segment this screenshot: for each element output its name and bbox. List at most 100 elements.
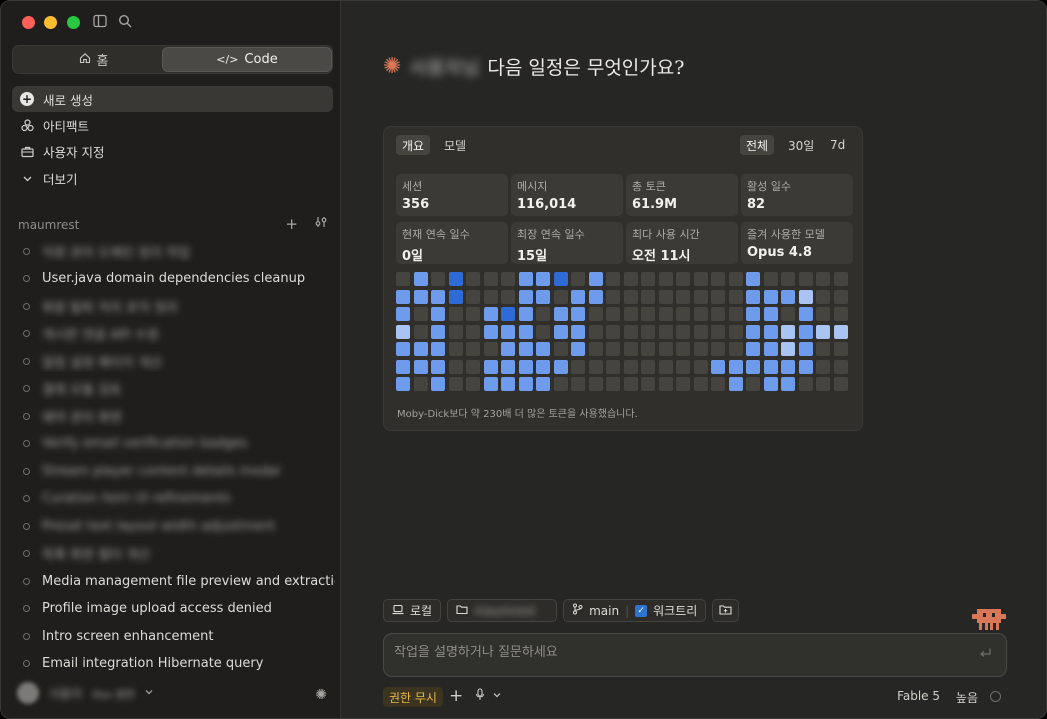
heatmap-cell (833, 342, 848, 356)
session-item[interactable]: Preset text layout width adjustment (23, 515, 335, 537)
heatmap-cell (676, 307, 690, 321)
heatmap-cell (413, 324, 428, 339)
heatmap-cell (658, 359, 673, 374)
heatmap-cell (553, 307, 568, 321)
permission-mode-badge[interactable]: 권한 무시 (383, 687, 443, 707)
session-item[interactable]: Verify email verification badges (23, 433, 335, 455)
heatmap-cell (413, 272, 428, 286)
close-window-button[interactable] (22, 16, 35, 29)
heatmap-cell (536, 324, 550, 339)
session-item[interactable]: 예약 관리 화면 (23, 405, 335, 427)
stat-value: Opus 4.8 (747, 245, 812, 260)
home-tab[interactable]: 홈 (14, 47, 173, 72)
heatmap-cell (483, 272, 498, 286)
heatmap-cell (448, 359, 463, 374)
heatmap-cell (431, 377, 445, 391)
add-folder-button[interactable] (712, 599, 740, 622)
nav-more[interactable]: 더보기 (12, 165, 333, 191)
heatmap-cell (728, 342, 743, 356)
heatmap-cell (693, 307, 708, 321)
folder-icon (456, 604, 468, 618)
branch-button[interactable]: main | ✓ 워크트리 (563, 599, 707, 622)
range-7d[interactable]: 7d (824, 135, 851, 155)
enter-icon[interactable] (979, 647, 992, 663)
session-status-icon (23, 632, 30, 640)
heatmap-cell (606, 272, 620, 286)
range-all[interactable]: 전체 (740, 135, 775, 155)
session-item[interactable]: Email integration Hibernate query (23, 653, 335, 675)
main-panel: ✺ 사용자님 다음 일정은 무엇인가요? 개요 모델 전체 30일 7d 세션 3… (342, 1, 1046, 718)
divider: | (625, 603, 630, 618)
heatmap-cell (763, 342, 778, 356)
sidebar-toggle-icon[interactable] (93, 14, 107, 32)
tab-models[interactable]: 모델 (438, 135, 472, 155)
heatmap-cell (711, 307, 725, 321)
session-item[interactable]: Curation item UI refinements (23, 488, 335, 510)
minimize-window-button[interactable] (44, 16, 57, 29)
heatmap-cell (606, 324, 620, 339)
new-session-button[interactable]: + 새로 생성 (12, 86, 333, 112)
heatmap-cell (606, 307, 620, 321)
tab-overview[interactable]: 개요 (396, 135, 431, 155)
heatmap-cell (763, 324, 778, 339)
heatmap-cell (413, 342, 428, 356)
effort-selector[interactable]: 높음 (956, 689, 978, 706)
heatmap-cell (571, 307, 585, 321)
stat-value: 오전 11시 (632, 249, 691, 264)
heatmap-cell (553, 342, 568, 356)
nav-customize[interactable]: 사용자 지정 (12, 138, 333, 164)
stat-label: 현재 연속 일수 (402, 228, 470, 241)
heatmap-cell (693, 324, 708, 339)
settings-sparkle-icon[interactable]: ✺ (315, 687, 327, 703)
worktree-checkbox[interactable]: ✓ (635, 604, 648, 617)
session-item[interactable]: 목록 화면 필터 개선 (23, 543, 335, 565)
session-item[interactable]: Profile image upload access denied (23, 598, 335, 620)
session-item[interactable]: 알림 설정 페이지 개선 (23, 350, 335, 372)
session-item[interactable]: 게시판 댓글 API 수정 (23, 323, 335, 345)
session-item[interactable]: 회원 탈퇴 처리 로직 정리 (23, 295, 335, 317)
session-item[interactable]: Stream player content details modal (23, 460, 335, 482)
nav-artifacts[interactable]: 아티팩트 (12, 112, 333, 138)
heatmap-cell (553, 359, 568, 374)
session-title: User.java domain dependencies cleanup (42, 271, 306, 286)
add-session-icon[interactable]: + (285, 215, 298, 233)
heatmap-cell (711, 272, 725, 286)
code-tab[interactable]: </> Code (162, 47, 332, 72)
user-menu[interactable]: 사용자 Max 플랜 (17, 682, 154, 704)
search-icon[interactable] (118, 14, 132, 32)
filter-icon[interactable] (314, 215, 328, 233)
session-item[interactable]: User.java domain dependencies cleanup (23, 268, 335, 290)
session-item[interactable]: 직원 관리 도메인 정리 작업 (23, 240, 335, 262)
stat-card: 활성 일수 82 (741, 174, 853, 216)
heatmap-cell (501, 377, 515, 391)
session-item[interactable]: Intro screen enhancement (23, 625, 335, 647)
claude-logo-icon: ✺ (383, 54, 402, 79)
user-name: 사용자 (49, 686, 83, 701)
heatmap-cell (833, 289, 848, 304)
heatmap-cell (588, 359, 603, 374)
add-attachment-icon[interactable]: + (449, 686, 463, 706)
heatmap-cell (641, 324, 655, 339)
session-item[interactable]: 결제 모듈 검토 (23, 378, 335, 400)
heatmap-cell (466, 324, 480, 339)
chevron-down-icon[interactable] (492, 688, 502, 704)
heatmap-cell (466, 359, 480, 374)
home-icon (79, 52, 91, 68)
session-status-icon (23, 577, 30, 585)
session-item[interactable]: Media management file preview and extrac… (23, 570, 335, 592)
folder-button[interactable]: maumrest (447, 599, 558, 622)
project-section-title: maumrest (18, 218, 80, 232)
heatmap-cell (798, 359, 813, 374)
local-env-button[interactable]: 로컬 (383, 599, 442, 622)
heatmap-cell (501, 324, 515, 339)
plus-icon: + (20, 92, 34, 106)
heatmap-cell (483, 342, 498, 356)
prompt-input[interactable] (394, 645, 954, 660)
heatmap-cell (676, 359, 690, 374)
heatmap-cell (693, 377, 708, 391)
stat-label: 세션 (402, 180, 423, 193)
range-30d[interactable]: 30일 (782, 135, 820, 155)
microphone-icon[interactable] (475, 688, 485, 705)
maximize-window-button[interactable] (67, 16, 80, 29)
model-selector[interactable]: Fable 5 (897, 689, 940, 703)
